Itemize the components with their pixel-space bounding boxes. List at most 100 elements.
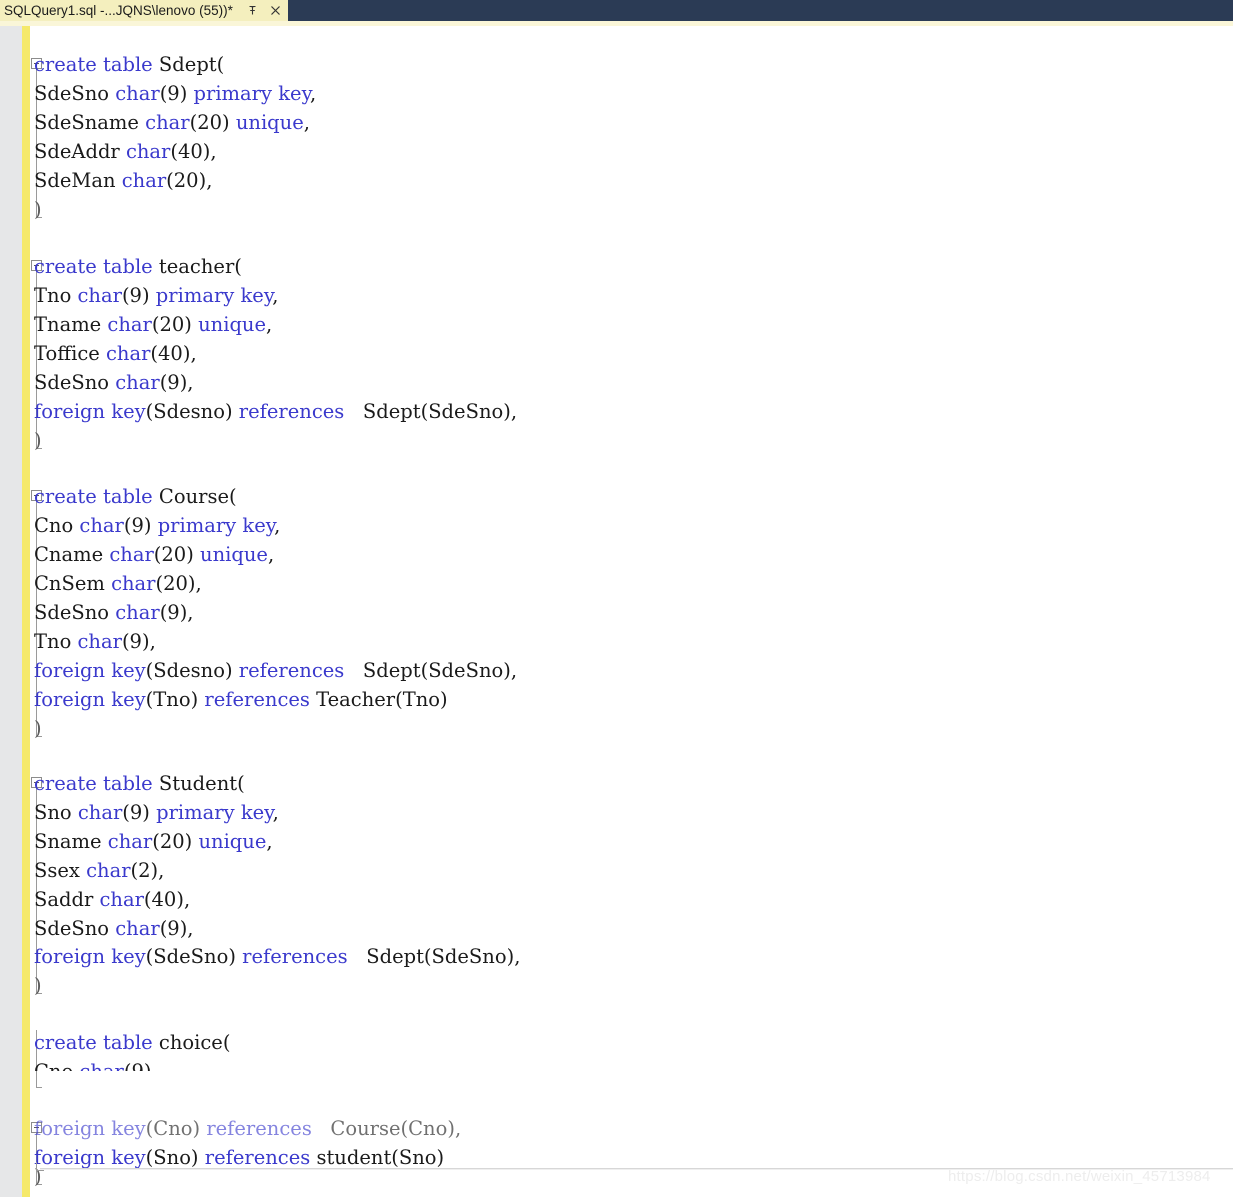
code-token: (9), xyxy=(121,630,156,653)
code-line[interactable]: SdeSno char(9), xyxy=(34,914,194,943)
code-token: unique xyxy=(235,111,304,134)
code-token: Sname xyxy=(34,830,108,853)
code-line[interactable]: Ssex char(2), xyxy=(34,856,164,885)
code-token: table xyxy=(103,1031,153,1054)
code-token: references xyxy=(206,1125,312,1140)
code-token: , xyxy=(310,82,317,105)
code-token: char xyxy=(77,284,122,307)
code-token: char xyxy=(77,630,122,653)
code-line[interactable]: create table Sdept( xyxy=(34,50,224,79)
code-token: SdeSno xyxy=(34,82,116,105)
code-token: foreign key xyxy=(34,659,146,682)
code-token: create xyxy=(34,772,97,795)
code-token: char xyxy=(77,801,123,824)
code-line[interactable]: ) xyxy=(34,195,42,224)
code-token: primary key xyxy=(155,284,273,307)
code-line[interactable]: create table teacher( xyxy=(34,252,242,281)
code-line[interactable]: ) xyxy=(34,426,42,455)
code-line[interactable]: create table choice( xyxy=(34,1028,230,1057)
code-token: Sdept(SdeSno), xyxy=(344,659,518,682)
code-line[interactable]: Tname char(20) unique, xyxy=(34,310,272,339)
code-token: (20) xyxy=(151,313,199,336)
code-token: SdeAddr xyxy=(34,140,126,163)
code-token: ) xyxy=(34,974,42,997)
code-line[interactable]: ) xyxy=(34,714,42,743)
code-token: (Sdesno) xyxy=(145,400,239,423)
code-token: SdeSno xyxy=(34,371,116,394)
code-token: (Tno) xyxy=(145,688,205,711)
code-token: references xyxy=(242,945,348,968)
code-token: Ssex xyxy=(34,859,87,882)
code-token: table xyxy=(103,485,153,508)
code-token: SdeSname xyxy=(34,111,146,134)
code-token: references xyxy=(238,400,345,423)
code-token: Sno xyxy=(34,801,78,824)
code-line[interactable]: SdeSno char(9) primary key, xyxy=(34,79,316,108)
code-line[interactable]: SdeSno char(9), xyxy=(34,598,194,627)
code-token: choice( xyxy=(152,1031,231,1054)
code-line[interactable]: SdeAddr char(40), xyxy=(34,137,217,166)
indicator-margin[interactable] xyxy=(0,26,22,1197)
code-line[interactable]: SdeMan char(20), xyxy=(34,166,212,195)
editor-tab-label: SQLQuery1.sql -...JQNS\lenovo (55))* xyxy=(4,3,233,18)
code-token: (20) xyxy=(189,111,236,134)
code-token: char xyxy=(115,917,160,940)
code-line[interactable]: Saddr char(40), xyxy=(34,885,190,914)
code-line-clipped[interactable]: Cno char(9), xyxy=(34,1057,158,1071)
code-token: (40), xyxy=(170,140,217,163)
code-token: foreign key xyxy=(34,688,146,711)
code-line[interactable]: create table Course( xyxy=(34,482,237,511)
code-line[interactable]: CnSem char(20), xyxy=(34,569,202,598)
code-token: (9), xyxy=(159,371,194,394)
code-line[interactable]: Tno char(9), xyxy=(34,627,156,656)
code-token: char xyxy=(121,169,167,192)
code-line[interactable]: Cno char(9) primary key, xyxy=(34,511,280,540)
close-icon[interactable] xyxy=(269,4,282,17)
code-token: Course(Cno), xyxy=(311,1125,462,1140)
code-token: Student( xyxy=(152,772,245,795)
code-token: table xyxy=(103,53,153,76)
code-token: char xyxy=(86,859,131,882)
code-line[interactable]: Cname char(20) unique, xyxy=(34,540,274,569)
pin-icon[interactable] xyxy=(246,4,259,17)
code-token: char xyxy=(145,111,190,134)
code-line[interactable]: SdeSno char(9), xyxy=(34,368,194,397)
code-token: Toffice xyxy=(34,342,106,365)
code-token: char xyxy=(99,888,144,911)
code-token: Saddr xyxy=(34,888,100,911)
code-token: char xyxy=(125,140,171,163)
code-line[interactable]: Sname char(20) unique, xyxy=(34,827,273,856)
code-token: ) xyxy=(34,198,42,221)
code-token: primary key xyxy=(157,514,275,537)
code-line[interactable]: Tno char(9) primary key, xyxy=(34,281,278,310)
editor-tab-sqlquery1[interactable]: SQLQuery1.sql -...JQNS\lenovo (55))* xyxy=(0,0,288,21)
code-line[interactable]: Sno char(9) primary key, xyxy=(34,798,279,827)
code-token: SdeSno xyxy=(34,601,116,624)
code-line[interactable]: foreign key(SdeSno) references Sdept(Sde… xyxy=(34,942,520,971)
code-token: char xyxy=(105,342,151,365)
code-token: SdeSno xyxy=(34,917,116,940)
code-token: , xyxy=(267,543,275,566)
code-token: (SdeSno) xyxy=(145,945,243,968)
code-token: (9), xyxy=(124,1060,158,1071)
code-token: char xyxy=(109,543,154,566)
sql-editor[interactable]: create table Sdept(SdeSno char(9) primar… xyxy=(0,26,1233,1197)
code-line[interactable]: foreign key(Tno) references Teacher(Tno) xyxy=(34,685,448,714)
code-token: Sdept(SdeSno), xyxy=(347,945,521,968)
code-token: , xyxy=(303,111,310,134)
code-token: (Cno) xyxy=(145,1125,207,1140)
code-token: Sdept(SdeSno), xyxy=(344,400,518,423)
code-line[interactable]: Toffice char(40), xyxy=(34,339,197,368)
code-token: char xyxy=(79,514,124,537)
code-line[interactable]: SdeSname char(20) unique, xyxy=(34,108,310,137)
code-token: , xyxy=(272,801,279,824)
code-line[interactable]: ) xyxy=(34,971,42,1000)
code-token: , xyxy=(266,830,273,853)
code-line[interactable]: foreign key(Sdesno) references Sdept(Sde… xyxy=(34,397,517,426)
code-token: char xyxy=(115,371,160,394)
code-line[interactable]: create table Student( xyxy=(34,769,245,798)
code-line[interactable]: foreign key(Sdesno) references Sdept(Sde… xyxy=(34,656,517,685)
code-text-area[interactable]: create table Sdept(SdeSno char(9) primar… xyxy=(34,26,1233,1197)
code-token: (2), xyxy=(130,859,165,882)
code-token: create xyxy=(34,255,97,278)
